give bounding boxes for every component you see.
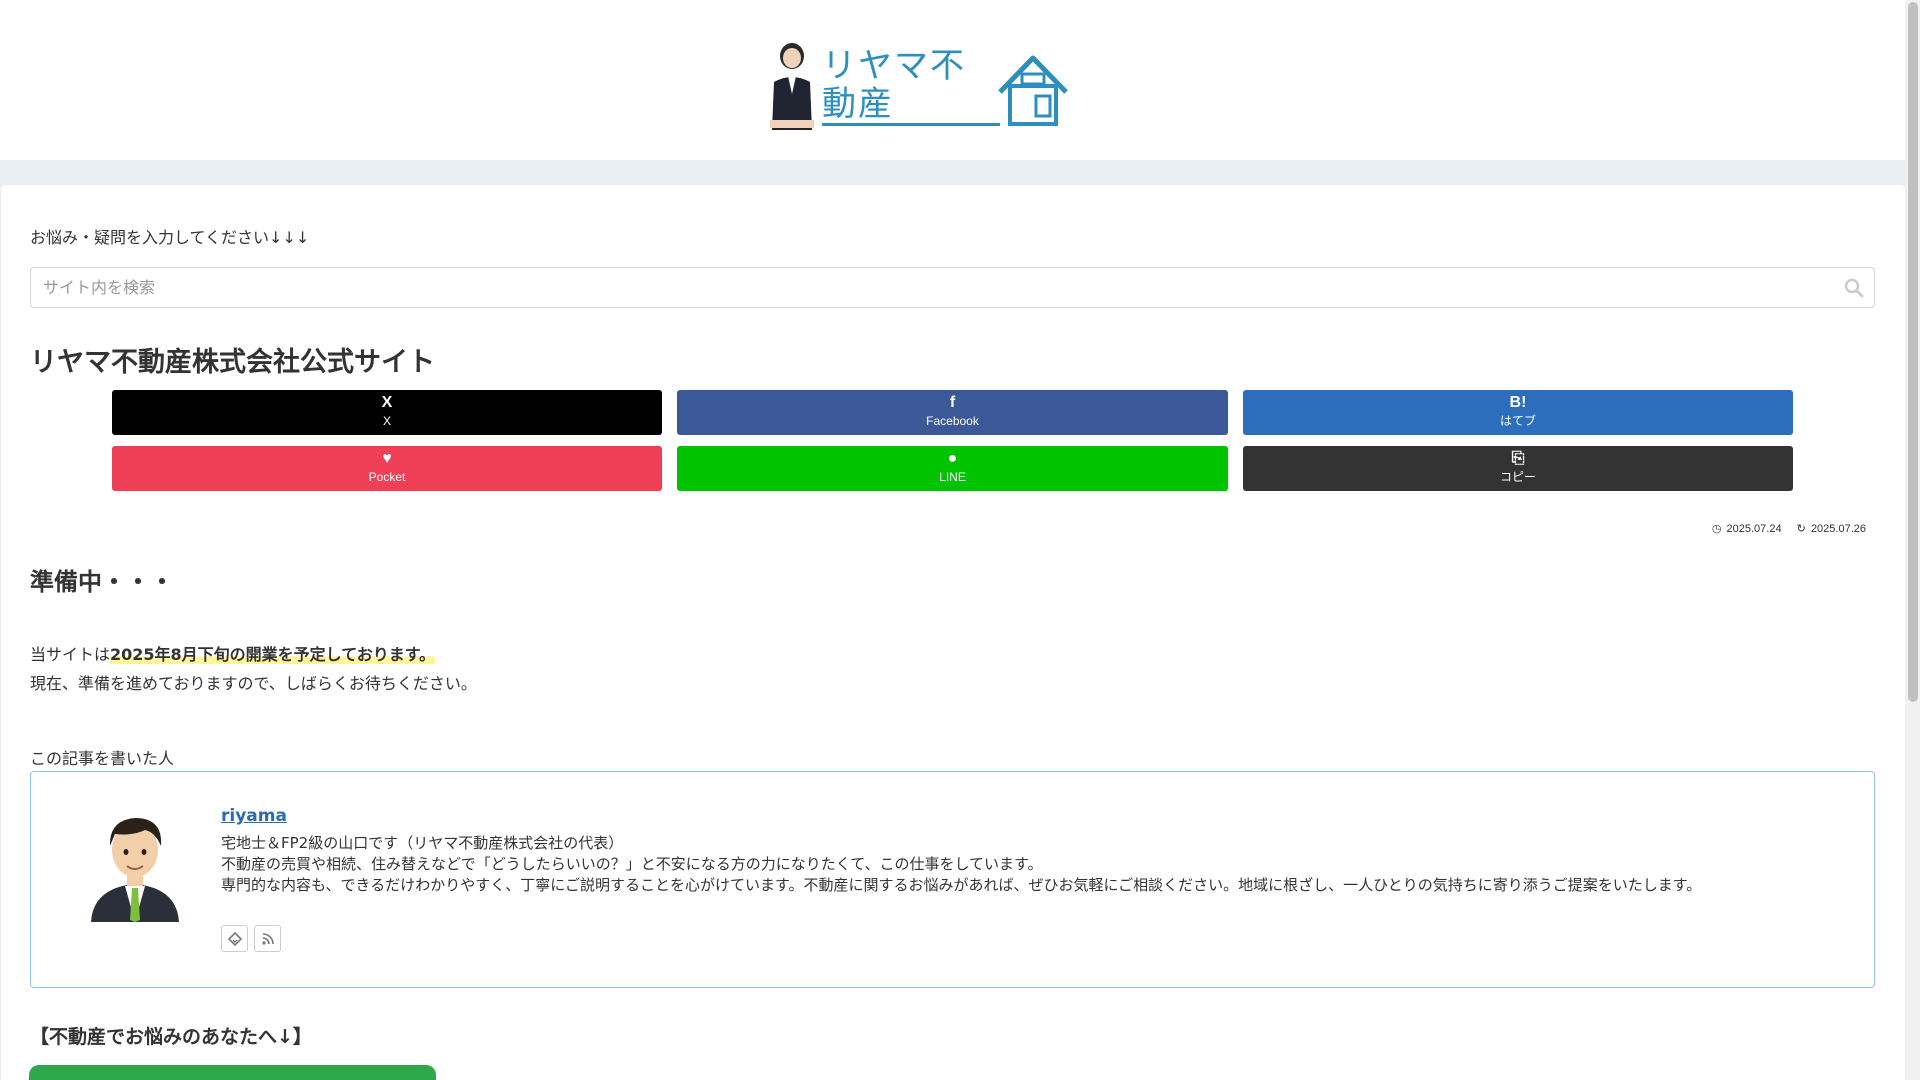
- share-label: Pocket: [368, 470, 406, 485]
- share-facebook-button[interactable]: f Facebook: [677, 390, 1228, 435]
- share-copy-button[interactable]: ⎘ コピー: [1243, 446, 1793, 491]
- share-hatena-button[interactable]: B! はてブ: [1243, 390, 1793, 435]
- share-buttons: X X f Facebook B! はてブ ♥ Pocket ● LINE ⎘ …: [112, 390, 1794, 491]
- x-icon: X: [381, 394, 393, 412]
- main-content: お悩み・疑問を入力してください↓↓↓ リヤマ不動産株式会社公式サイト X X f…: [1, 185, 1905, 1080]
- scrollbar-thumb[interactable]: [1908, 2, 1918, 702]
- body-text-prefix: 当サイトは: [30, 645, 111, 664]
- share-x-button[interactable]: X X: [112, 390, 662, 435]
- share-label: LINE: [939, 470, 966, 485]
- line-icon: ●: [947, 450, 958, 468]
- published-date: 2025.07.24: [1726, 523, 1782, 535]
- copy-icon: ⎘: [1511, 450, 1525, 468]
- author-name-link[interactable]: riyama: [221, 806, 287, 826]
- scrollbar[interactable]: [1905, 0, 1920, 1080]
- share-label: はてブ: [1499, 414, 1536, 429]
- site-logo[interactable]: リヤマ不動産: [766, 40, 1070, 130]
- clock-icon: ◷: [1711, 523, 1722, 535]
- update-icon: ↻: [1796, 523, 1806, 535]
- logo-house-icon: [996, 52, 1070, 130]
- cta-button[interactable]: [29, 1065, 436, 1080]
- author-social-links: [221, 925, 281, 952]
- feedly-icon[interactable]: [221, 925, 248, 952]
- logo-text: リヤマ不動産: [822, 48, 1000, 126]
- body-line-2: 現在、準備を進めておりますので、しばらくお待ちください。: [30, 674, 477, 693]
- share-label: Facebook: [926, 414, 979, 429]
- rss-icon[interactable]: [254, 925, 281, 952]
- share-label: コピー: [1499, 470, 1536, 485]
- author-section-label: この記事を書いた人: [30, 749, 175, 768]
- updated-date: 2025.07.26: [1810, 523, 1866, 535]
- cta-heading: 【不動産でお悩みのあなたへ↓】: [30, 1026, 312, 1048]
- author-desc-line: 不動産の売買や相続、住み替えなどで「どうしたらいいの？」と不安になる方の力になり…: [221, 855, 1043, 873]
- author-description: 宅地士＆FP2級の山口です（リヤマ不動産株式会社の代表） 不動産の売買や相続、住…: [221, 833, 1841, 896]
- share-label: X: [382, 414, 391, 429]
- share-line-button[interactable]: ● LINE: [677, 446, 1228, 491]
- share-pocket-button[interactable]: ♥ Pocket: [112, 446, 662, 491]
- author-box: riyama 宅地士＆FP2級の山口です（リヤマ不動産株式会社の代表） 不動産の…: [30, 771, 1875, 988]
- search-icon[interactable]: [1842, 276, 1866, 300]
- author-desc-line: 専門的な内容も、できるだけわかりやすく、丁寧にご説明することを心がけています。不…: [221, 876, 1702, 894]
- search-input[interactable]: [31, 268, 1874, 307]
- highlighted-text: 2025年8月下旬の開業を予定しております。: [110, 645, 436, 664]
- search-label: お悩み・疑問を入力してください↓↓↓: [30, 228, 310, 247]
- page-title: リヤマ不動産株式会社公式サイト: [30, 347, 435, 378]
- post-body: 当サイトは2025年8月下旬の開業を予定しております。 現在、準備を進めておりま…: [30, 640, 477, 698]
- post-dates: ◷ 2025.07.24 ↻ 2025.07.26: [1700, 522, 1866, 535]
- body-line-1: 当サイトは2025年8月下旬の開業を予定しております。: [30, 640, 477, 669]
- logo-person-image: [766, 42, 818, 130]
- author-avatar[interactable]: [75, 802, 195, 922]
- post-heading: 準備中・・・: [30, 568, 174, 596]
- search-box: [30, 267, 1875, 308]
- author-desc-line: 宅地士＆FP2級の山口です（リヤマ不動産株式会社の代表）: [221, 834, 624, 852]
- facebook-icon: f: [949, 394, 956, 412]
- site-header: リヤマ不動産: [0, 0, 1905, 160]
- hatena-icon: B!: [1509, 394, 1527, 412]
- pocket-icon: ♥: [382, 450, 392, 468]
